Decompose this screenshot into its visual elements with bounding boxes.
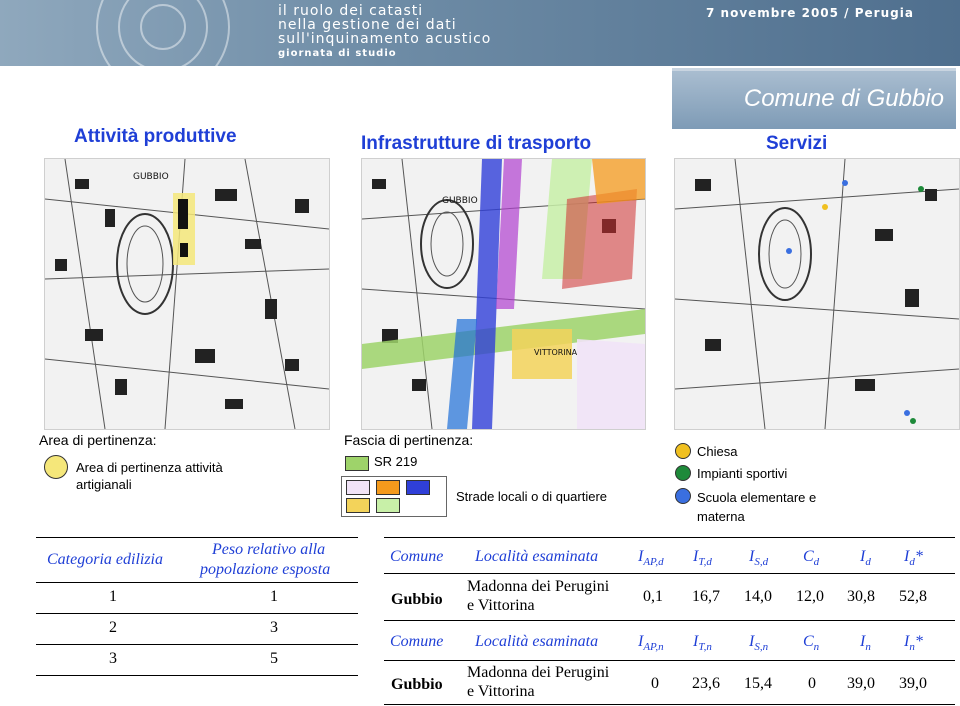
- left-table-categoria-2: 2: [109, 619, 117, 636]
- title-box: Comune di Gubbio: [672, 68, 956, 129]
- legend-strade-swatch: [346, 498, 370, 513]
- header-banner: il ruolo dei catasti nella gestione dei …: [0, 0, 960, 66]
- heading-infrastrutture: Infrastrutture di trasporto: [361, 133, 592, 154]
- day-header-istar: Id*: [904, 548, 923, 569]
- night-row-i: 39,0: [847, 675, 875, 692]
- day-header-i: Id: [860, 548, 871, 569]
- night-row-comune: Gubbio: [391, 676, 443, 693]
- map-label-gubbio: GUBBIO: [133, 172, 169, 182]
- heading-servizi: Servizi: [766, 133, 828, 154]
- map-attivita-image: GUBBIO: [45, 159, 329, 429]
- banner-line-4: giornata di studio: [278, 48, 397, 59]
- left-table-header-peso-line2: popolazione esposta: [200, 561, 331, 578]
- left-table-peso-3: 5: [270, 650, 278, 667]
- map-label-gubbio: GUBBIO: [442, 196, 478, 206]
- day-header-is: IS,d: [749, 548, 769, 569]
- map-infrastrutture-image: GUBBIO VITTORINA: [362, 159, 645, 429]
- day-header-it: IT,d: [693, 548, 712, 569]
- night-row-is: 15,4: [744, 675, 772, 692]
- night-header-localita: Località esaminata: [475, 633, 599, 650]
- banner-date: 7 novembre 2005 / Perugia: [706, 6, 914, 20]
- day-table-header-rule: [384, 573, 955, 574]
- day-row-is: 14,0: [744, 588, 772, 605]
- legend-scuola-dot: [675, 488, 691, 504]
- day-table-top-rule: [384, 537, 955, 538]
- map-infrastrutture: GUBBIO VITTORINA: [361, 158, 646, 430]
- legend-strade-label: Strade locali o di quartiere: [456, 489, 608, 504]
- left-table-header-rule: [36, 582, 358, 583]
- legend-strade-swatch: [346, 480, 370, 495]
- night-row-localita-line2: e Vittorina: [467, 683, 535, 700]
- map-attivita: GUBBIO: [44, 158, 330, 430]
- day-row-c: 12,0: [796, 588, 824, 605]
- legend-strade-box: [341, 476, 447, 517]
- night-header-istar: In*: [904, 633, 923, 654]
- day-row-iap: 0,1: [643, 588, 663, 605]
- day-row-localita-line1: Madonna dei Perugini: [467, 578, 610, 595]
- night-row-istar: 39,0: [899, 675, 927, 692]
- legend-area-title: Area di pertinenza:: [39, 432, 157, 448]
- map-label-vittorina: VITTORINA: [534, 348, 578, 357]
- day-header-comune: Comune: [390, 548, 444, 565]
- left-table-row-rule: [36, 613, 358, 614]
- day-row-comune: Gubbio: [391, 591, 443, 608]
- left-table-categoria-1: 1: [109, 588, 117, 605]
- day-row-localita-line2: e Vittorina: [467, 597, 535, 614]
- left-table-header-categoria: Categoria edilizia: [47, 551, 163, 568]
- night-header-i: In: [860, 633, 871, 654]
- legend-sportivi-dot: [675, 465, 691, 481]
- day-header-c: Cd: [803, 548, 820, 569]
- left-table-top-rule: [36, 537, 358, 538]
- night-header-iap: IAP,n: [638, 633, 664, 654]
- night-row-localita-line1: Madonna dei Perugini: [467, 664, 610, 681]
- page-title: Comune di Gubbio: [743, 85, 944, 112]
- left-table-peso-2: 3: [270, 619, 278, 636]
- night-row-c: 0: [808, 675, 816, 692]
- legend-chiesa-label: Chiesa: [697, 444, 738, 459]
- day-row-it: 16,7: [692, 588, 720, 605]
- map-servizi-image: [675, 159, 959, 429]
- night-header-it: IT,n: [693, 633, 712, 654]
- night-header-comune: Comune: [390, 633, 444, 650]
- legend-area-item-line2: artigianali: [76, 477, 132, 492]
- day-row-istar: 52,8: [899, 588, 927, 605]
- banner-line-3: sull'inquinamento acustico: [278, 31, 492, 47]
- night-table-bottom-rule: [384, 704, 955, 705]
- left-table-bottom-rule: [36, 675, 358, 676]
- night-header-c: Cn: [803, 633, 820, 654]
- day-row-i: 30,8: [847, 588, 875, 605]
- left-table-categoria-3: 3: [109, 650, 117, 667]
- legend-chiesa-dot: [675, 443, 691, 459]
- left-table-row-rule: [36, 644, 358, 645]
- night-header-is: IS,n: [749, 633, 769, 654]
- legend-sr-label: SR 219: [374, 454, 418, 469]
- legend-area-swatch: [44, 455, 68, 479]
- legend-sportivi-label: Impianti sportivi: [697, 466, 788, 481]
- legend-fascia-title: Fascia di pertinenza:: [344, 432, 474, 448]
- night-table-header-rule: [384, 660, 955, 661]
- left-table-header-peso-line1: Peso relativo alla: [212, 541, 326, 558]
- legend-scuola-label-line2: materna: [697, 509, 745, 524]
- legend-strade-swatch: [376, 498, 400, 513]
- heading-attivita: Attività produttive: [74, 126, 237, 147]
- map-servizi: [674, 158, 960, 430]
- legend-strade-swatch: [376, 480, 400, 495]
- banner-decoration: [140, 4, 186, 50]
- legend-sr-swatch: [345, 456, 369, 471]
- legend-scuola-label-line1: Scuola elementare e: [697, 490, 817, 505]
- left-table-peso-1: 1: [270, 588, 278, 605]
- day-header-localita: Località esaminata: [475, 548, 599, 565]
- legend-area-item-line1: Area di pertinenza attività: [76, 460, 223, 475]
- day-header-iap: IAP,d: [638, 548, 664, 569]
- day-table-bottom-rule: [384, 620, 955, 621]
- legend-strade-swatch: [406, 480, 430, 495]
- night-row-it: 23,6: [692, 675, 720, 692]
- night-row-iap: 0: [651, 675, 659, 692]
